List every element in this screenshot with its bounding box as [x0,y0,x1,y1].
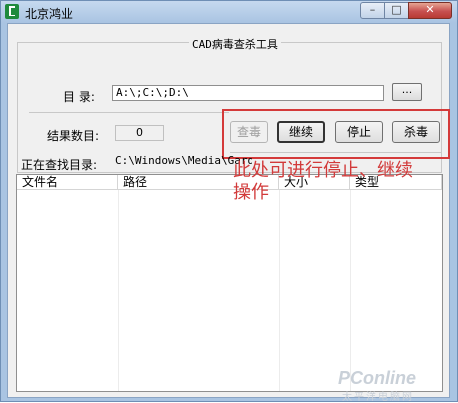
column-divider [118,190,119,391]
close-button[interactable]: ✕ [408,2,452,19]
title-bar[interactable]: 北京鸿业 – □ ✕ [1,1,457,23]
searching-path: C:\Windows\Media\Garden [115,154,252,167]
client-area: CAD病毒查杀工具 目 录: A:\;C:\;D:\ ... 结果数目: 0 查… [7,23,450,398]
highlight-annotation-box [222,109,450,159]
results-count-label: 结果数目: [47,129,100,143]
column-header-filename[interactable]: 文件名 [17,175,118,190]
searching-label: 正在查找目录: [21,158,98,172]
column-divider [279,190,280,391]
directory-label: 目 录: [63,90,95,104]
app-icon [5,4,19,19]
scan-options-group: CAD病毒查杀工具 目 录: A:\;C:\;D:\ ... 结果数目: 0 查… [17,36,450,173]
column-divider [350,190,351,391]
results-count-value: 0 [115,125,164,141]
maximize-button[interactable]: □ [384,2,409,19]
window-title: 北京鸿业 [25,7,74,21]
browse-button[interactable]: ... [392,83,422,101]
results-list[interactable]: 文件名 路径 大小 类型 [16,174,443,392]
directory-input[interactable]: A:\;C:\;D:\ [112,85,384,101]
annotation-line: 此处可进行停止、继续 [233,160,413,181]
watermark-subtitle: 太平洋电脑网 [342,392,414,403]
minimize-button[interactable]: – [360,2,385,19]
group-title: CAD病毒查杀工具 [189,36,281,52]
annotation-text: 此处可进行停止、继续 操作 [233,160,448,204]
divider [29,112,229,113]
watermark-logo: PConline [338,368,417,388]
annotation-line: 操作 [233,182,269,203]
